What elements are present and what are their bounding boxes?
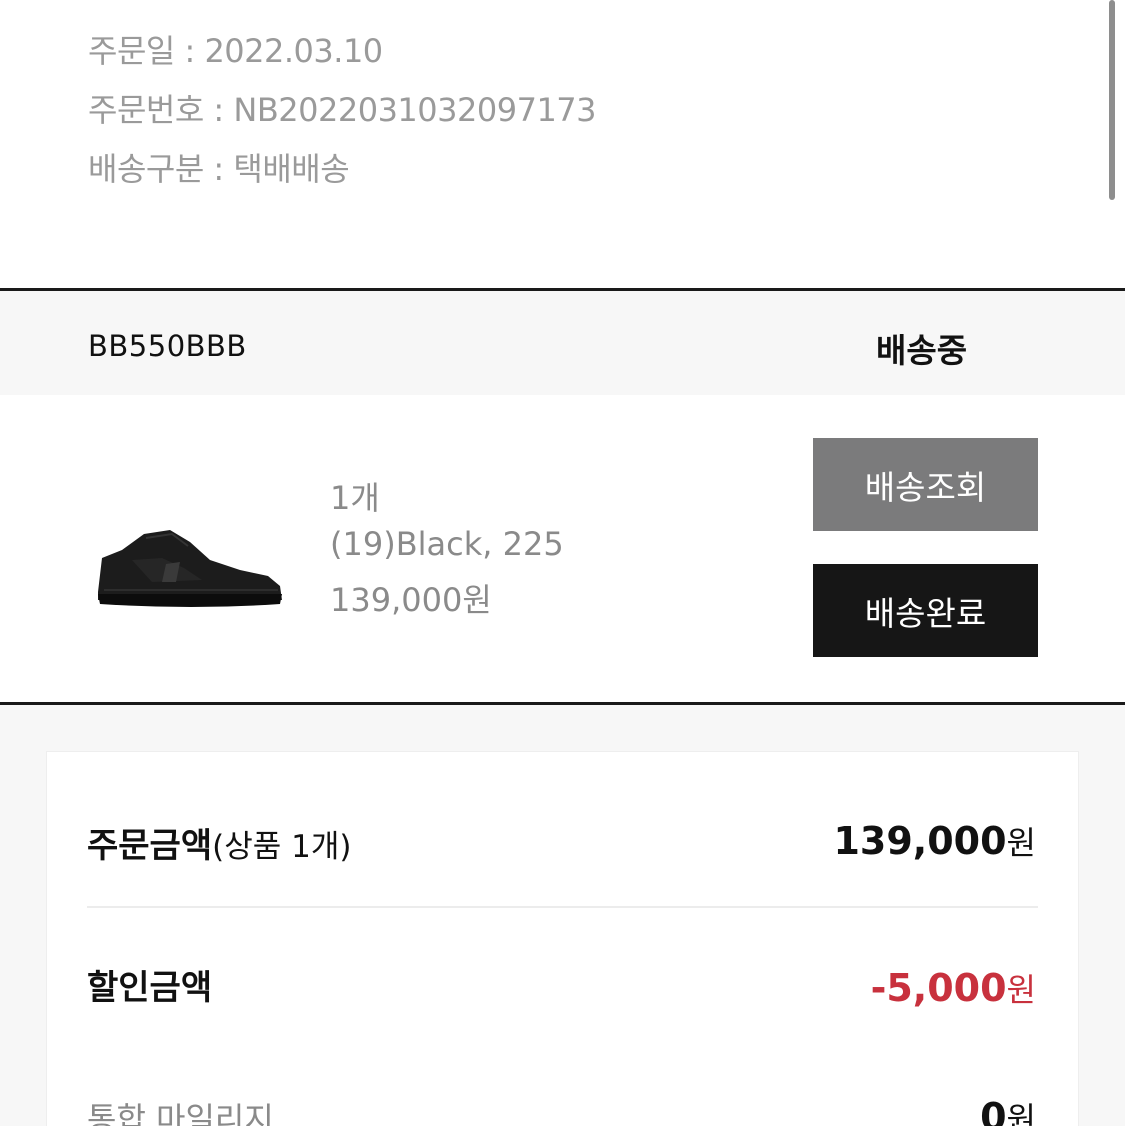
delivery-status: 배송중	[876, 331, 968, 370]
currency-unit: 원	[1006, 824, 1036, 862]
product-code: BB550BBB	[88, 329, 247, 363]
order-amount-number: 139,000	[833, 819, 1007, 863]
discount-label: 할인금액	[87, 968, 213, 1008]
order-amount-value: 139,000원	[833, 818, 1036, 864]
order-amount-count: (상품 1개)	[212, 829, 352, 865]
product-quantity: 1개	[330, 479, 380, 517]
order-number: 주문번호 : NB2022031032097173	[88, 91, 597, 129]
mileage-label: 통합 마일리지	[87, 1100, 274, 1126]
discount-number: -5,000	[870, 966, 1007, 1010]
order-amount-label: 주문금액(상품 1개)	[87, 818, 351, 867]
product-option: (19)Black, 225	[330, 525, 564, 563]
payment-summary-card: 주문금액(상품 1개) 139,000원 할인금액 -5,000원 통합 마일리…	[47, 752, 1078, 1126]
black-sneaker-image[interactable]	[92, 520, 288, 610]
scrollbar[interactable]	[1109, 0, 1115, 200]
currency-unit: 원	[1006, 1100, 1036, 1126]
shipping-type: 배송구분 : 택배배송	[88, 150, 350, 188]
order-detail-page: 주문일 : 2022.03.10 주문번호 : NB20220310320971…	[0, 0, 1125, 1126]
order-date: 주문일 : 2022.03.10	[88, 32, 383, 70]
product-price: 139,000원	[330, 581, 492, 619]
product-header: BB550BBB 배송중	[0, 288, 1125, 395]
track-delivery-button[interactable]: 배송조회	[813, 438, 1038, 531]
delivery-complete-button[interactable]: 배송완료	[813, 564, 1038, 657]
order-info: 주문일 : 2022.03.10 주문번호 : NB20220310320971…	[88, 22, 597, 199]
product-item: 1개 (19)Black, 225 139,000원 배송조회 배송완료	[0, 395, 1125, 705]
order-amount-title: 주문금액	[87, 826, 213, 866]
discount-value: -5,000원	[871, 965, 1036, 1011]
summary-divider	[87, 906, 1038, 908]
currency-unit: 원	[1006, 971, 1036, 1009]
mileage-value: 0원	[980, 1094, 1036, 1126]
mileage-number: 0	[980, 1095, 1007, 1126]
